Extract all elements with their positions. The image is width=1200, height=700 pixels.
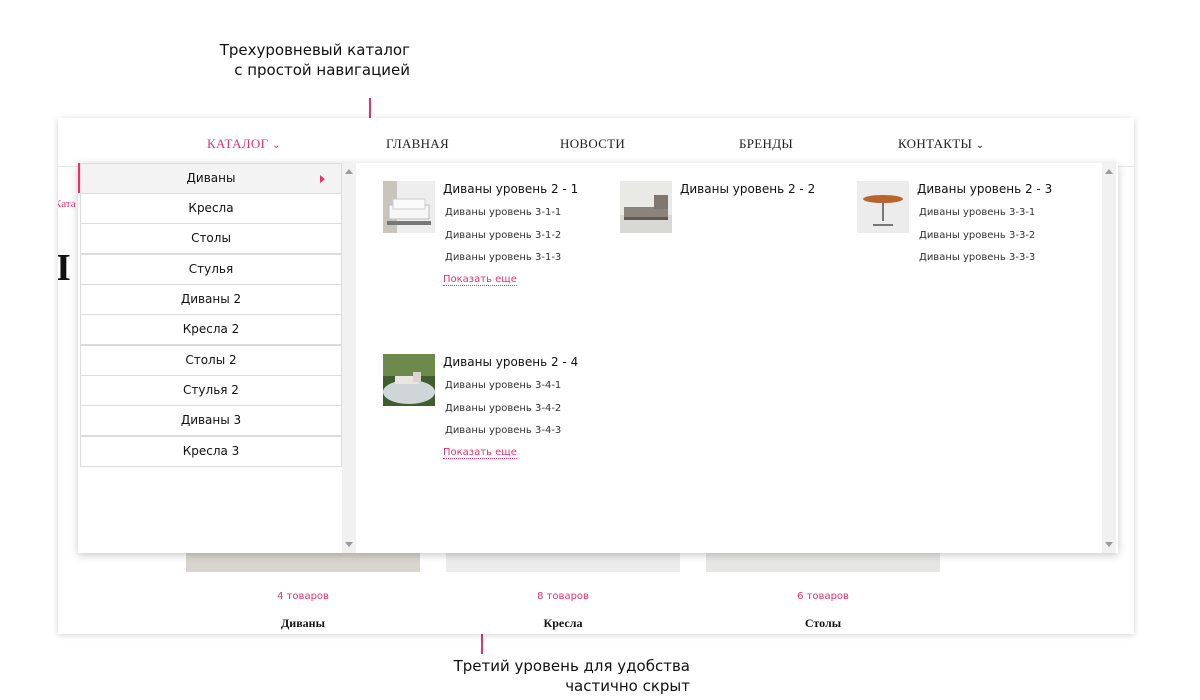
chevron-down-icon: ⌄ xyxy=(975,140,985,151)
submenu-group: Диваны уровень 2 - 2 xyxy=(620,181,840,241)
show-more-link[interactable]: Показать еще xyxy=(443,274,517,286)
submenu-link[interactable]: Диваны уровень 3-1-2 xyxy=(445,230,561,241)
nav-news[interactable]: НОВОСТИ xyxy=(560,136,625,152)
nav-contacts[interactable]: КОНТАКТЫ ⌄ xyxy=(898,136,984,152)
category-name[interactable]: Столы xyxy=(706,616,940,631)
catalog-item-kresla-2[interactable]: Кресла 2 xyxy=(80,314,342,345)
annotation-top-line2: с простой навигацией xyxy=(234,61,410,79)
breadcrumb[interactable]: Ката xyxy=(58,198,76,210)
submenu-group-title[interactable]: Диваны уровень 2 - 2 xyxy=(680,182,815,196)
annotation-top-line1: Трехуровневый каталог xyxy=(219,41,410,59)
catalog-item-stulya[interactable]: Стулья xyxy=(80,254,342,285)
catalog-item-kresla-3[interactable]: Кресла 3 xyxy=(80,436,342,467)
scroll-up-icon[interactable] xyxy=(345,169,353,174)
catalog-submenu-panel: Диваны уровень 2 - 1 Диваны уровень 3-1-… xyxy=(356,163,1104,553)
table-thumbnail[interactable] xyxy=(857,181,909,233)
submenu-group: Диваны уровень 2 - 4 Диваны уровень 3-4-… xyxy=(383,354,603,464)
sofa-thumbnail[interactable] xyxy=(383,181,435,233)
submenu-group-title[interactable]: Диваны уровень 2 - 1 xyxy=(443,182,578,196)
top-navigation: КАТАЛОГ ⌄ ГЛАВНАЯ НОВОСТИ БРЕНДЫ КОНТАКТ… xyxy=(58,118,1134,167)
annotation-top: Трехуровневый каталог с простой навигаци… xyxy=(150,40,410,80)
page-title: I xyxy=(58,247,71,289)
submenu-group: Диваны уровень 2 - 1 Диваны уровень 3-1-… xyxy=(383,181,603,291)
catalog-level1-list: Диваны Кресла Столы Стулья Диваны 2 Крес… xyxy=(78,163,356,553)
catalog-item-stoly-2[interactable]: Столы 2 xyxy=(80,345,342,376)
nav-catalog-label: КАТАЛОГ xyxy=(207,136,269,151)
category-count: 8 товаров xyxy=(537,591,589,602)
triangle-right-icon xyxy=(320,175,325,183)
catalog-item-kresla[interactable]: Кресла xyxy=(80,193,342,224)
submenu-link[interactable]: Диваны уровень 3-3-2 xyxy=(919,230,1035,241)
submenu-group-title[interactable]: Диваны уровень 2 - 3 xyxy=(917,182,1052,196)
catalog-item-stulya-2[interactable]: Стулья 2 xyxy=(80,375,342,406)
catalog-dropdown: Диваны Кресла Столы Стулья Диваны 2 Крес… xyxy=(78,163,1118,553)
submenu-link[interactable]: Диваны уровень 3-3-3 xyxy=(919,252,1035,263)
submenu-link[interactable]: Диваны уровень 3-4-3 xyxy=(445,425,561,436)
annotation-bottom: Третий уровень для удобства частично скр… xyxy=(430,656,690,696)
scroll-down-icon[interactable] xyxy=(345,542,353,547)
submenu-link[interactable]: Диваны уровень 3-4-2 xyxy=(445,403,561,414)
submenu-group: Диваны уровень 2 - 3 Диваны уровень 3-3-… xyxy=(857,181,1087,271)
submenu-scrollbar[interactable] xyxy=(1102,163,1116,553)
nav-home[interactable]: ГЛАВНАЯ xyxy=(386,136,449,152)
nav-brands[interactable]: БРЕНДЫ xyxy=(739,136,793,152)
catalog-item-label: Диваны xyxy=(186,171,236,185)
submenu-link[interactable]: Диваны уровень 3-1-3 xyxy=(445,252,561,263)
catalog-item-divany[interactable]: Диваны xyxy=(80,163,342,194)
catalog-item-stoly[interactable]: Столы xyxy=(80,223,342,254)
submenu-link[interactable]: Диваны уровень 3-1-1 xyxy=(445,207,561,218)
chevron-down-icon: ⌄ xyxy=(271,140,281,151)
category-name[interactable]: Кресла xyxy=(446,616,680,631)
submenu-group-title[interactable]: Диваны уровень 2 - 4 xyxy=(443,355,578,369)
nav-catalog[interactable]: КАТАЛОГ ⌄ xyxy=(207,136,281,152)
category-count: 4 товаров xyxy=(277,591,329,602)
outdoor-sofa-thumbnail[interactable] xyxy=(383,354,435,406)
annotation-bottom-line1: Третий уровень для удобства xyxy=(453,657,690,675)
show-more-link[interactable]: Показать еще xyxy=(443,447,517,459)
nav-contacts-label: КОНТАКТЫ xyxy=(898,136,973,151)
submenu-link[interactable]: Диваны уровень 3-3-1 xyxy=(919,207,1035,218)
sofa-thumbnail[interactable] xyxy=(620,181,672,233)
category-name[interactable]: Диваны xyxy=(186,616,420,631)
scroll-down-icon[interactable] xyxy=(1105,542,1113,547)
catalog-item-divany-3[interactable]: Диваны 3 xyxy=(80,405,342,436)
level1-scrollbar[interactable] xyxy=(342,163,356,553)
scroll-up-icon[interactable] xyxy=(1105,169,1113,174)
annotation-bottom-line2: частично скрыт xyxy=(565,677,690,695)
submenu-link[interactable]: Диваны уровень 3-4-1 xyxy=(445,380,561,391)
catalog-item-divany-2[interactable]: Диваны 2 xyxy=(80,284,342,315)
category-count: 6 товаров xyxy=(797,591,849,602)
